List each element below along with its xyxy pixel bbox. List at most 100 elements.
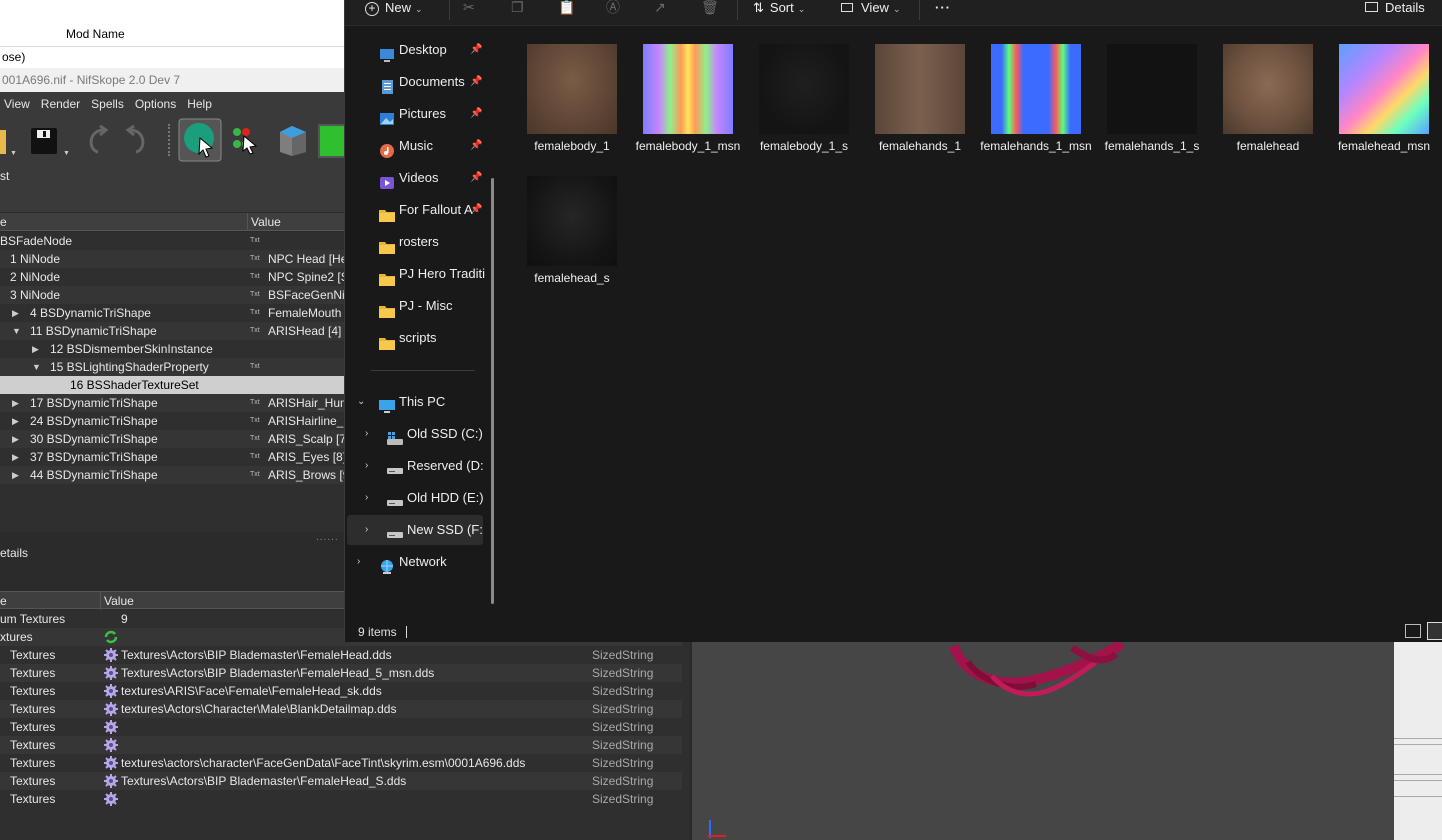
navigation-pane-scrollbar[interactable] — [491, 178, 494, 604]
redo-icon[interactable] — [120, 122, 154, 158]
tree-row[interactable]: 1 NiNode Txt NPC Head [He — [0, 250, 360, 268]
share-icon[interactable]: ↗ — [654, 0, 670, 16]
collapsed-arrow-icon[interactable]: ▶ — [12, 466, 19, 484]
save-menu-arrow-icon[interactable]: ▼ — [63, 150, 70, 157]
header-separator[interactable] — [247, 213, 248, 231]
file-item[interactable]: femalehead_msn — [1325, 27, 1433, 155]
collapsed-arrow-icon[interactable]: ▶ — [12, 394, 19, 412]
menu-item-spells[interactable]: Spells — [87, 97, 131, 111]
cut-icon[interactable]: ✂ — [463, 0, 479, 16]
select-object-icon[interactable] — [178, 118, 222, 162]
nav-item-pj-misc[interactable]: PJ - Misc — [345, 291, 485, 321]
menu-item-options[interactable]: Options — [131, 97, 183, 111]
chevron-right-icon[interactable]: › — [365, 419, 368, 449]
details-view-toggle[interactable] — [1405, 624, 1421, 638]
nav-item-for-fallout-a[interactable]: For Fallout A 📌 — [345, 195, 485, 225]
new-button[interactable]: + New ⌄ — [365, 0, 423, 18]
file-item[interactable]: femalehands_1_s — [1093, 27, 1201, 155]
tree-row[interactable]: ▶ 17 BSDynamicTriShape Txt ARISHair_Hum — [0, 394, 360, 412]
details-row[interactable]: Textures textures\Actors\Character\Male\B… — [0, 700, 682, 718]
details-row[interactable]: Textures Textures\Actors\BIP Blademaster\… — [0, 772, 682, 790]
sort-button[interactable]: ⇅ Sort ⌄ — [753, 0, 805, 18]
nav-item-desktop[interactable]: Desktop 📌 — [345, 35, 485, 65]
file-item[interactable]: femalehands_1_msn — [977, 27, 1092, 155]
collapsed-arrow-icon[interactable]: ▶ — [32, 340, 39, 358]
block-details-name-header[interactable]: e — [0, 594, 7, 608]
render-viewport[interactable] — [692, 639, 1394, 840]
nav-drive-old-ssd-c[interactable]: › Old SSD (C:) — [347, 419, 483, 449]
open-menu-arrow-icon[interactable]: ▼ — [10, 150, 17, 157]
file-item[interactable]: femalehead_s — [513, 159, 621, 287]
nav-item-this-pc[interactable]: ⌄ This PC — [345, 387, 485, 417]
splitter-handle[interactable]: ...... — [316, 532, 339, 543]
nav-item-pj-hero-tradition[interactable]: PJ Hero Tradition — [345, 259, 485, 289]
tree-row[interactable]: ▶ 30 BSDynamicTriShape Txt ARIS_Scalp [7] — [0, 430, 360, 448]
more-options-button[interactable]: ··· — [935, 0, 951, 18]
nav-item-videos[interactable]: Videos 📌 — [345, 163, 485, 193]
select-vertex-icon[interactable] — [228, 122, 262, 158]
collapsed-arrow-icon[interactable]: ▶ — [12, 412, 19, 430]
large-icons-view-toggle[interactable] — [1427, 622, 1442, 640]
chevron-down-icon[interactable]: ⌄ — [357, 387, 365, 417]
collapsed-arrow-icon[interactable]: ▶ — [12, 448, 19, 466]
nav-item-music[interactable]: Music 📌 — [345, 131, 485, 161]
details-row[interactable]: Textures SizedString — [0, 718, 682, 736]
block-list-name-header[interactable]: e — [0, 215, 7, 229]
block-list-value-header[interactable]: Value — [251, 215, 281, 229]
file-item[interactable]: femalebody_1 — [513, 27, 621, 155]
nav-item-documents[interactable]: Documents 📌 — [345, 67, 485, 97]
tree-row[interactable]: 3 NiNode Txt BSFaceGenNi — [0, 286, 360, 304]
paste-icon[interactable]: 📋 — [558, 0, 575, 16]
tree-row[interactable]: ▼ 15 BSLightingShaderProperty Txt — [0, 358, 360, 376]
chevron-right-icon[interactable]: › — [357, 547, 360, 577]
nav-item-pictures[interactable]: Pictures 📌 — [345, 99, 485, 129]
collapsed-arrow-icon[interactable]: ▶ — [12, 430, 19, 448]
rename-icon[interactable]: Ⓐ — [606, 0, 622, 16]
nav-item-network[interactable]: › Network — [345, 547, 485, 577]
details-row[interactable]: Textures Textures\Actors\BIP Blademaster\… — [0, 646, 682, 664]
nav-item-rosters[interactable]: rosters — [345, 227, 485, 257]
view-button[interactable]: View ⌄ — [841, 0, 901, 18]
tree-row[interactable]: 16 BSShaderTextureSet — [0, 376, 360, 394]
file-item[interactable]: femalebody_1_s — [745, 27, 853, 155]
tree-row[interactable]: ▶ 37 BSDynamicTriShape Txt ARIS_Eyes [8] — [0, 448, 360, 466]
nav-drive-reserved-d[interactable]: › Reserved (D:) — [347, 451, 483, 481]
chevron-right-icon[interactable]: › — [365, 483, 368, 513]
details-row[interactable]: Textures textures\ARIS\Face\Female\Female… — [0, 682, 682, 700]
tree-row[interactable]: ▶ 4 BSDynamicTriShape Txt FemaleMouth — [0, 304, 360, 322]
tree-row[interactable]: ▶ 24 BSDynamicTriShape Txt ARISHairline_H — [0, 412, 360, 430]
details-row[interactable]: Textures textures\actors\character\FaceGe… — [0, 754, 682, 772]
details-row[interactable]: Textures SizedString — [0, 790, 682, 808]
tree-row[interactable]: ▶ 12 BSDismemberSkinInstance — [0, 340, 360, 358]
details-row[interactable]: Textures Textures\Actors\BIP Blademaster\… — [0, 664, 682, 682]
tree-row[interactable]: 2 NiNode Txt NPC Spine2 [S — [0, 268, 360, 286]
header-separator[interactable] — [100, 592, 101, 610]
file-item[interactable]: femalehands_1 — [861, 27, 969, 155]
copy-icon[interactable]: ❐ — [511, 0, 527, 16]
tree-row[interactable]: BSFadeNode Txt — [0, 232, 360, 250]
tree-row[interactable]: ▼ 11 BSDynamicTriShape Txt ARISHead [4] — [0, 322, 360, 340]
cube-view-icon[interactable] — [276, 122, 310, 158]
save-icon[interactable] — [28, 122, 62, 158]
chevron-right-icon[interactable]: › — [365, 451, 368, 481]
details-pane-button[interactable]: Details — [1365, 0, 1425, 18]
nav-item-scripts[interactable]: scripts — [345, 323, 485, 353]
details-row[interactable]: Textures SizedString — [0, 736, 682, 754]
mod-name-column-header[interactable]: Mod Name — [66, 27, 125, 41]
nav-drive-old-hdd-e[interactable]: › Old HDD (E:) — [347, 483, 483, 513]
menu-item-help[interactable]: Help — [183, 97, 219, 111]
tree-row[interactable]: ▶ 44 BSDynamicTriShape Txt ARIS_Brows [9] — [0, 466, 360, 484]
collapsed-arrow-icon[interactable]: ▶ — [12, 304, 19, 322]
file-item[interactable]: femalebody_1_msn — [629, 27, 740, 155]
menu-item-render[interactable]: Render — [37, 97, 87, 111]
file-item[interactable]: femalehead — [1209, 27, 1317, 155]
undo-icon[interactable] — [80, 122, 114, 158]
block-details-value-header[interactable]: Value — [104, 594, 134, 608]
chevron-right-icon[interactable]: › — [365, 515, 368, 545]
expanded-arrow-icon[interactable]: ▼ — [12, 322, 21, 340]
menu-item-view[interactable]: View — [0, 97, 37, 111]
expanded-arrow-icon[interactable]: ▼ — [32, 358, 41, 376]
mod-list-row[interactable]: ose) — [0, 46, 360, 66]
nav-drive-new-ssd-f[interactable]: › New SSD (F:) — [347, 515, 483, 545]
delete-icon[interactable]: 🗑 — [701, 0, 719, 16]
